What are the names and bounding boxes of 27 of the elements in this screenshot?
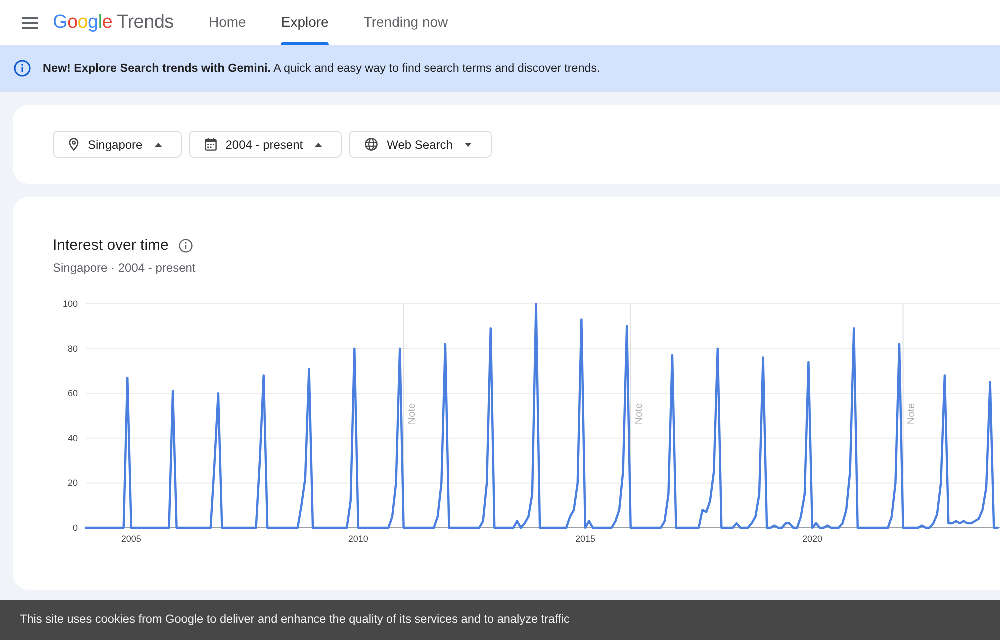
x-tick-label: 2015: [575, 534, 596, 544]
nav-tab[interactable]: Explore: [281, 0, 329, 45]
announcement-text: New! Explore Search trends with Gemini. A quick and easy way to find search terms and discover trends.: [43, 60, 600, 77]
location-pin-icon: [69, 138, 79, 151]
x-tick-label: 2010: [348, 534, 368, 544]
x-tick-label: 2020: [802, 534, 822, 544]
y-tick-label: 20: [68, 478, 78, 488]
y-tick-label: 0: [72, 523, 78, 533]
info-icon: [14, 60, 31, 77]
filter-dropdown[interactable]: Singapore: [53, 131, 182, 158]
nav-tab[interactable]: Trending now: [364, 0, 448, 45]
filter-dropdown[interactable]: Web Search: [349, 131, 492, 158]
section-title: Interest over time: [53, 236, 169, 256]
nav-tab[interactable]: Home: [209, 0, 246, 45]
chart-subtitle: Singapore · 2004 - present: [53, 260, 196, 276]
cookie-notice-text: This site uses cookies from Google to deliver and enhance the quality of its services and to analyze traffic: [20, 611, 570, 628]
y-tick-label: 100: [62, 299, 78, 309]
menu-icon[interactable]: [22, 16, 38, 28]
calendar-icon: [204, 138, 217, 151]
y-tick-label: 80: [68, 344, 78, 354]
y-tick-label: 40: [68, 433, 78, 444]
x-tick-label: 2005: [121, 534, 142, 544]
info-icon[interactable]: [178, 239, 193, 253]
app-logo[interactable]: Google Trends: [53, 10, 174, 34]
globe-icon: [365, 138, 378, 151]
y-tick-label: 60: [68, 388, 78, 399]
filter-dropdown[interactable]: 2004 - present: [188, 131, 342, 158]
